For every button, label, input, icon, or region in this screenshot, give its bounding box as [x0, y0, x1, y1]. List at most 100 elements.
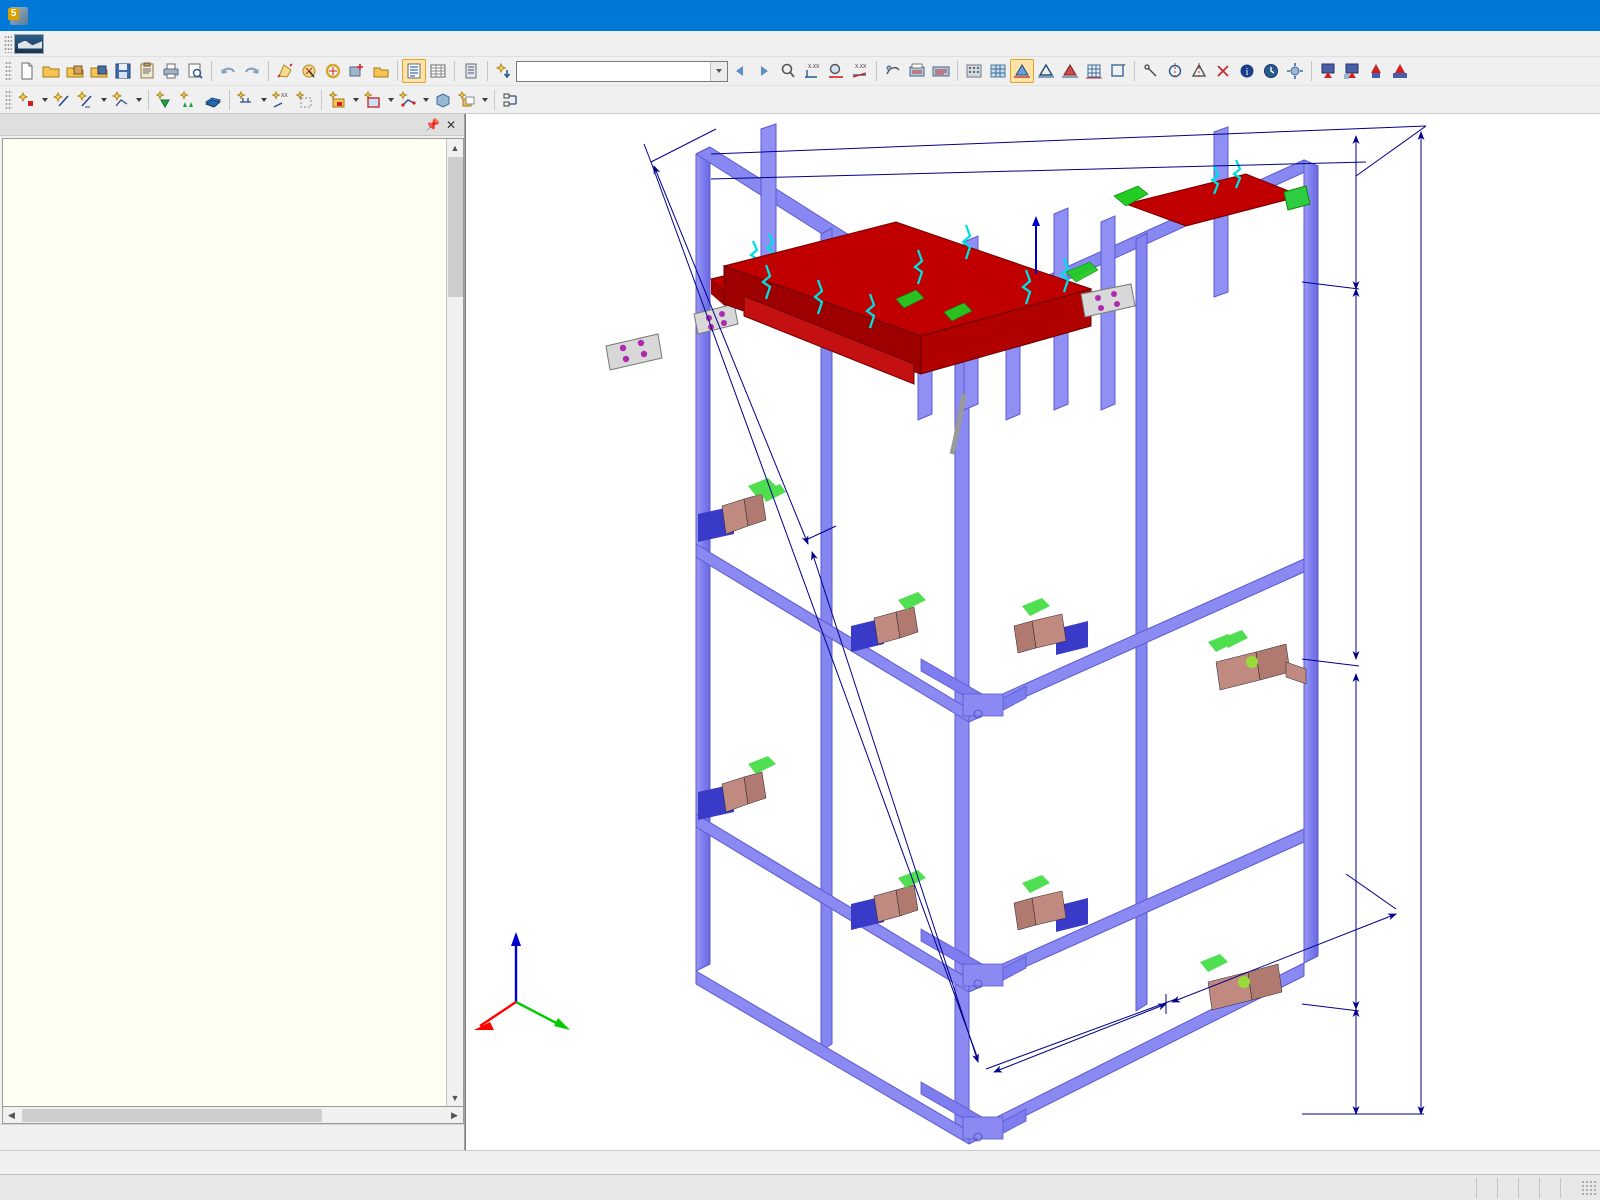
- select-circle-icon[interactable]: [321, 59, 345, 83]
- chevron-down-icon[interactable]: [350, 88, 361, 112]
- chevron-down-icon[interactable]: [385, 88, 396, 112]
- open-package-icon[interactable]: [63, 59, 87, 83]
- export-result-4-icon[interactable]: [1388, 59, 1412, 83]
- resize-grip[interactable]: [1581, 1179, 1597, 1196]
- menu-item-file[interactable]: [50, 41, 68, 47]
- toolbar-grip[interactable]: [5, 89, 12, 110]
- chevron-down-icon[interactable]: [258, 88, 269, 112]
- pin-icon[interactable]: 📌: [425, 118, 440, 132]
- menu-item-options[interactable]: [194, 41, 212, 47]
- export-result-3-icon[interactable]: [1364, 59, 1388, 83]
- info-icon[interactable]: i: [1235, 59, 1259, 83]
- minimize-button[interactable]: [1462, 0, 1508, 31]
- chevron-down-icon[interactable]: [479, 88, 490, 112]
- select-objects-icon[interactable]: [297, 59, 321, 83]
- close-icon[interactable]: ✕: [446, 118, 456, 132]
- menu-item-help[interactable]: [248, 41, 266, 47]
- table-display-icon[interactable]: [402, 59, 426, 83]
- maximize-button[interactable]: [1508, 0, 1554, 31]
- fe-mesh-icon[interactable]: [986, 59, 1010, 83]
- select-add-icon[interactable]: [345, 59, 369, 83]
- load-case-next-icon[interactable]: [752, 59, 776, 83]
- scroll-down-icon[interactable]: ▼: [447, 1089, 463, 1106]
- load-case-combo[interactable]: [516, 60, 728, 82]
- new-member-icon[interactable]: [74, 88, 98, 112]
- load-case-prev-icon[interactable]: [728, 59, 752, 83]
- menu-item-tools[interactable]: [158, 41, 176, 47]
- print-icon[interactable]: [159, 59, 183, 83]
- result-render-icon[interactable]: [1058, 59, 1082, 83]
- render-model-icon[interactable]: [273, 59, 297, 83]
- toolbar-grip[interactable]: [5, 61, 12, 81]
- new-file-icon[interactable]: [15, 59, 39, 83]
- chevron-down-icon[interactable]: [133, 88, 144, 112]
- printout-report-icon[interactable]: [905, 59, 929, 83]
- save-icon[interactable]: [111, 59, 135, 83]
- new-solid-icon[interactable]: [326, 88, 350, 112]
- new-grid-icon[interactable]: [293, 88, 317, 112]
- mirror-icon[interactable]: [1163, 59, 1187, 83]
- new-set-icon[interactable]: [396, 88, 420, 112]
- new-load-icon[interactable]: [234, 88, 258, 112]
- export-result-1-icon[interactable]: [1316, 59, 1340, 83]
- new-node-icon[interactable]: [15, 88, 39, 112]
- navigator-horizontal-scrollbar[interactable]: ◀ ▶: [2, 1107, 464, 1124]
- clock-icon[interactable]: [1259, 59, 1283, 83]
- new-copy-icon[interactable]: [455, 88, 479, 112]
- printout-list-icon[interactable]: [459, 59, 483, 83]
- redo-icon[interactable]: [240, 59, 264, 83]
- printout-multi-icon[interactable]: [929, 59, 953, 83]
- new-surface-icon[interactable]: [201, 88, 225, 112]
- view-rotate-icon[interactable]: [881, 59, 905, 83]
- chevron-down-icon[interactable]: [98, 88, 109, 112]
- new-line-support-icon[interactable]: [177, 88, 201, 112]
- chevron-down-icon[interactable]: [39, 88, 50, 112]
- scroll-left-icon[interactable]: ◀: [3, 1110, 20, 1121]
- new-load-xx-icon[interactable]: XX: [269, 88, 293, 112]
- save-package-icon[interactable]: [87, 59, 111, 83]
- layers-icon[interactable]: [369, 59, 393, 83]
- menu-item-view[interactable]: [86, 41, 104, 47]
- menu-item-calculate[interactable]: [122, 41, 140, 47]
- cross-icon[interactable]: [1211, 59, 1235, 83]
- zoom-icon[interactable]: [776, 59, 800, 83]
- menu-item-results[interactable]: [140, 41, 158, 47]
- new-line-icon[interactable]: [50, 88, 74, 112]
- dimension-vertical-icon[interactable]: X.XX: [800, 59, 824, 83]
- export-result-2-icon[interactable]: [1340, 59, 1364, 83]
- scroll-thumb[interactable]: [448, 157, 463, 297]
- grid-render-icon[interactable]: [1082, 59, 1106, 83]
- new-block-icon[interactable]: [431, 88, 455, 112]
- chevron-down-icon[interactable]: [420, 88, 431, 112]
- undo-icon[interactable]: [216, 59, 240, 83]
- scroll-right-icon[interactable]: ▶: [446, 1110, 463, 1121]
- print-preview-icon[interactable]: [183, 59, 207, 83]
- menu-item-edit[interactable]: [68, 41, 86, 47]
- settings-gear-icon[interactable]: [1283, 59, 1307, 83]
- wire-render-icon[interactable]: [1034, 59, 1058, 83]
- scroll-thumb-horizontal[interactable]: [22, 1108, 322, 1122]
- new-opening-icon[interactable]: [361, 88, 385, 112]
- menu-item-window[interactable]: [230, 41, 248, 47]
- clipboard-icon[interactable]: [135, 59, 159, 83]
- menu-grip[interactable]: [4, 34, 12, 53]
- new-polyline-icon[interactable]: [109, 88, 133, 112]
- chevron-down-icon[interactable]: [710, 61, 727, 81]
- dimension-horizontal-icon[interactable]: X.XX: [848, 59, 872, 83]
- menu-item-addon-modules[interactable]: [212, 41, 230, 47]
- mesh-points-icon[interactable]: [962, 59, 986, 83]
- close-button[interactable]: [1554, 0, 1600, 31]
- symmetry-icon[interactable]: [1187, 59, 1211, 83]
- new-nodal-support-icon[interactable]: [153, 88, 177, 112]
- load-case-new-icon[interactable]: [492, 59, 516, 83]
- menu-item-table[interactable]: [176, 41, 194, 47]
- model-viewport-3d[interactable]: [465, 114, 1600, 1150]
- solid-render-icon[interactable]: [1010, 59, 1034, 83]
- open-folder-icon[interactable]: [39, 59, 63, 83]
- zoom-extent-icon[interactable]: [824, 59, 848, 83]
- table-grid-icon[interactable]: [426, 59, 450, 83]
- window-render-icon[interactable]: [1106, 59, 1130, 83]
- scroll-up-icon[interactable]: ▲: [447, 139, 463, 156]
- new-extrude-icon[interactable]: [499, 88, 523, 112]
- navigator-tree[interactable]: [3, 139, 446, 1106]
